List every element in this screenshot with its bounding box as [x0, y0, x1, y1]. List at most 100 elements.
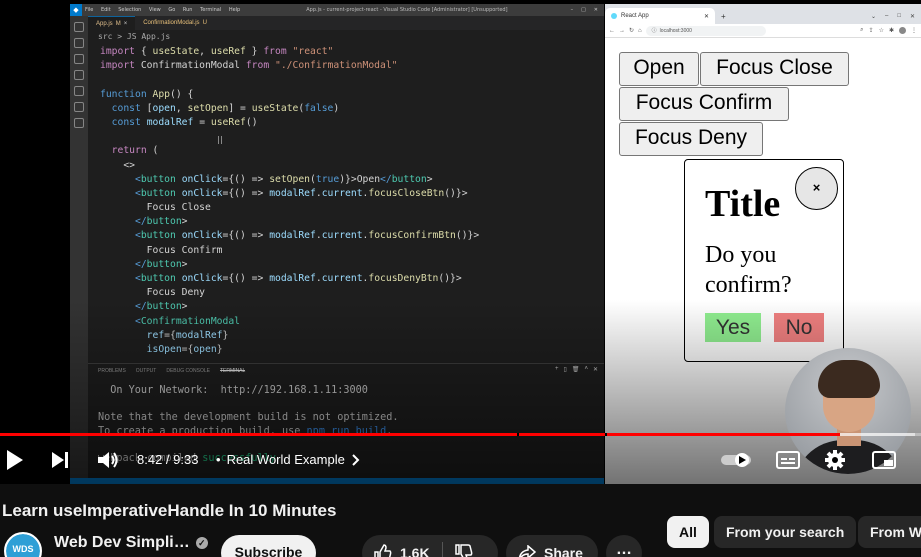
focus-close-button: Focus Close: [700, 52, 849, 86]
info-icon: ⓘ: [651, 28, 657, 34]
channel-name-link[interactable]: Web Dev Simpli… ✓: [54, 534, 208, 552]
reload-icon: ↻: [629, 28, 635, 34]
code-line: import { useState, useRef } from "react": [100, 46, 334, 57]
new-tab-icon: +: [721, 12, 726, 21]
channel-avatar[interactable]: WDS: [4, 532, 42, 557]
maximize-icon: □: [581, 7, 586, 13]
modal-yes-button: Yes: [705, 313, 761, 342]
code-line: <button onClick={() => modalRef.current.…: [135, 230, 480, 242]
more-actions-button[interactable]: …: [606, 535, 642, 557]
vscode-menu-item: Selection: [118, 7, 142, 13]
source-control-icon: [74, 54, 84, 64]
tab-close-icon: ×: [123, 20, 128, 27]
vscode-status-bar: [70, 478, 604, 484]
vscode-logo-icon: ◆: [70, 4, 82, 16]
close-icon: ✕: [909, 14, 915, 20]
code-line: </button>: [135, 258, 188, 270]
like-button[interactable]: 1.6K: [362, 535, 442, 557]
play-icon: [7, 450, 23, 470]
address-url: localhost:3000: [659, 27, 692, 34]
code-line: import ConfirmationModal from "./Confirm…: [100, 60, 398, 72]
open-button: Open: [619, 52, 699, 86]
play-button[interactable]: [5, 447, 25, 473]
video-title: Learn useImperativeHandle In 10 Minutes: [2, 501, 337, 520]
close-icon: ✕: [593, 7, 598, 13]
split-terminal-icon: ▯: [563, 367, 567, 373]
subscribe-button[interactable]: Subscribe: [221, 535, 316, 557]
vscode-window: ◆ File Edit Selection View Go Run Termin…: [70, 4, 604, 484]
vscode-activity-bar: [70, 16, 88, 478]
explorer-icon: [74, 22, 84, 32]
close-icon: ✕: [703, 13, 709, 20]
browser-tab-strip: React App ✕ + ⌄ – □ ✕: [605, 4, 921, 24]
modal-body: Do you confirm?: [705, 242, 792, 298]
code-line: const modalRef = useRef(): [111, 116, 258, 128]
address-bar: ⓘ localhost:3000: [645, 25, 766, 36]
vscode-tab-label: App.js: [96, 20, 113, 27]
subtitles-button[interactable]: [776, 447, 800, 473]
miniplayer-button[interactable]: [872, 447, 896, 473]
share-label: Share: [544, 545, 583, 557]
modal-title: Title: [705, 183, 781, 225]
vscode-menu-item: Edit: [100, 7, 111, 13]
panel-tab-debug-console: DEBUG CONSOLE: [166, 368, 210, 374]
minimize-icon: –: [885, 13, 889, 19]
panel-tab-problems: PROBLEMS: [98, 368, 126, 374]
vscode-menu: File Edit Selection View Go Run Terminal…: [82, 7, 243, 13]
text-cursor-icon: [218, 136, 222, 144]
terminal-line: Note that the development build is not o…: [98, 412, 399, 424]
vscode-menu-item: View: [148, 7, 161, 13]
share-icon: [518, 545, 536, 557]
code-line: function App() {: [100, 88, 194, 100]
code-line: <button onClick={() => modalRef.current.…: [135, 273, 462, 284]
volume-icon: [98, 452, 118, 468]
code-line: return (: [111, 145, 159, 157]
time-display: 8:42 / 9:33: [137, 452, 199, 467]
maximize-icon: □: [897, 13, 901, 19]
vscode-menu-item: Go: [168, 7, 176, 13]
verified-check-icon: ✓: [195, 537, 208, 549]
remote-icon: [74, 102, 84, 112]
autoplay-icon: [721, 453, 751, 467]
gear-icon: [825, 450, 845, 470]
volume-button[interactable]: [97, 447, 119, 473]
presenter-hair: [818, 360, 880, 398]
search-icon: [74, 38, 84, 48]
autoplay-toggle[interactable]: [720, 447, 754, 473]
chip-from-web[interactable]: From We: [858, 516, 921, 548]
share-button[interactable]: Share: [506, 535, 598, 557]
confirmation-modal: × Title Do you confirm? Yes No: [684, 159, 844, 362]
next-button[interactable]: [50, 447, 70, 473]
extensions-icon: [74, 86, 84, 96]
chip-all[interactable]: All: [667, 516, 709, 548]
focus-deny-button: Focus Deny: [619, 122, 763, 156]
subtitles-icon: [776, 451, 800, 469]
profile-avatar: [899, 27, 906, 34]
chapter-title-button[interactable]: • Real World Example: [216, 452, 360, 467]
code-line: Focus Close: [100, 202, 211, 214]
browser-window-controls: ⌄ – □ ✕: [865, 13, 921, 24]
panel-tab-output: OUTPUT: [135, 368, 157, 374]
chip-from-your-search[interactable]: From your search: [714, 516, 857, 548]
code-editor: import { useState, useRef } from "react"…: [100, 45, 604, 357]
code-line: const [open, setOpen] = useState(false): [111, 102, 340, 114]
progress-bar[interactable]: [0, 433, 921, 436]
vscode-breadcrumb: src > JS App.js: [98, 32, 171, 41]
trash-icon: 🗑: [571, 367, 580, 373]
browser-tab-title: React App: [621, 13, 649, 19]
close-icon: ✕: [592, 367, 598, 373]
vscode-tab: App.js M ×: [88, 16, 136, 30]
video-player[interactable]: ◆ File Edit Selection View Go Run Termin…: [0, 0, 921, 484]
chapter-title: Real World Example: [226, 452, 345, 467]
settings-button[interactable]: [824, 447, 846, 473]
panel-tabs: PROBLEMS OUTPUT DEBUG CONSOLE TERMINAL: [88, 363, 604, 375]
dislike-button[interactable]: [443, 535, 485, 557]
like-count: 1.6K: [400, 545, 430, 557]
terminal-line: To create a production build, use npm ru…: [98, 425, 393, 437]
vscode-menu-item: Help: [228, 7, 241, 13]
extensions-icon: ✱: [888, 28, 894, 34]
chevron-down-icon: ⌄: [870, 14, 876, 20]
